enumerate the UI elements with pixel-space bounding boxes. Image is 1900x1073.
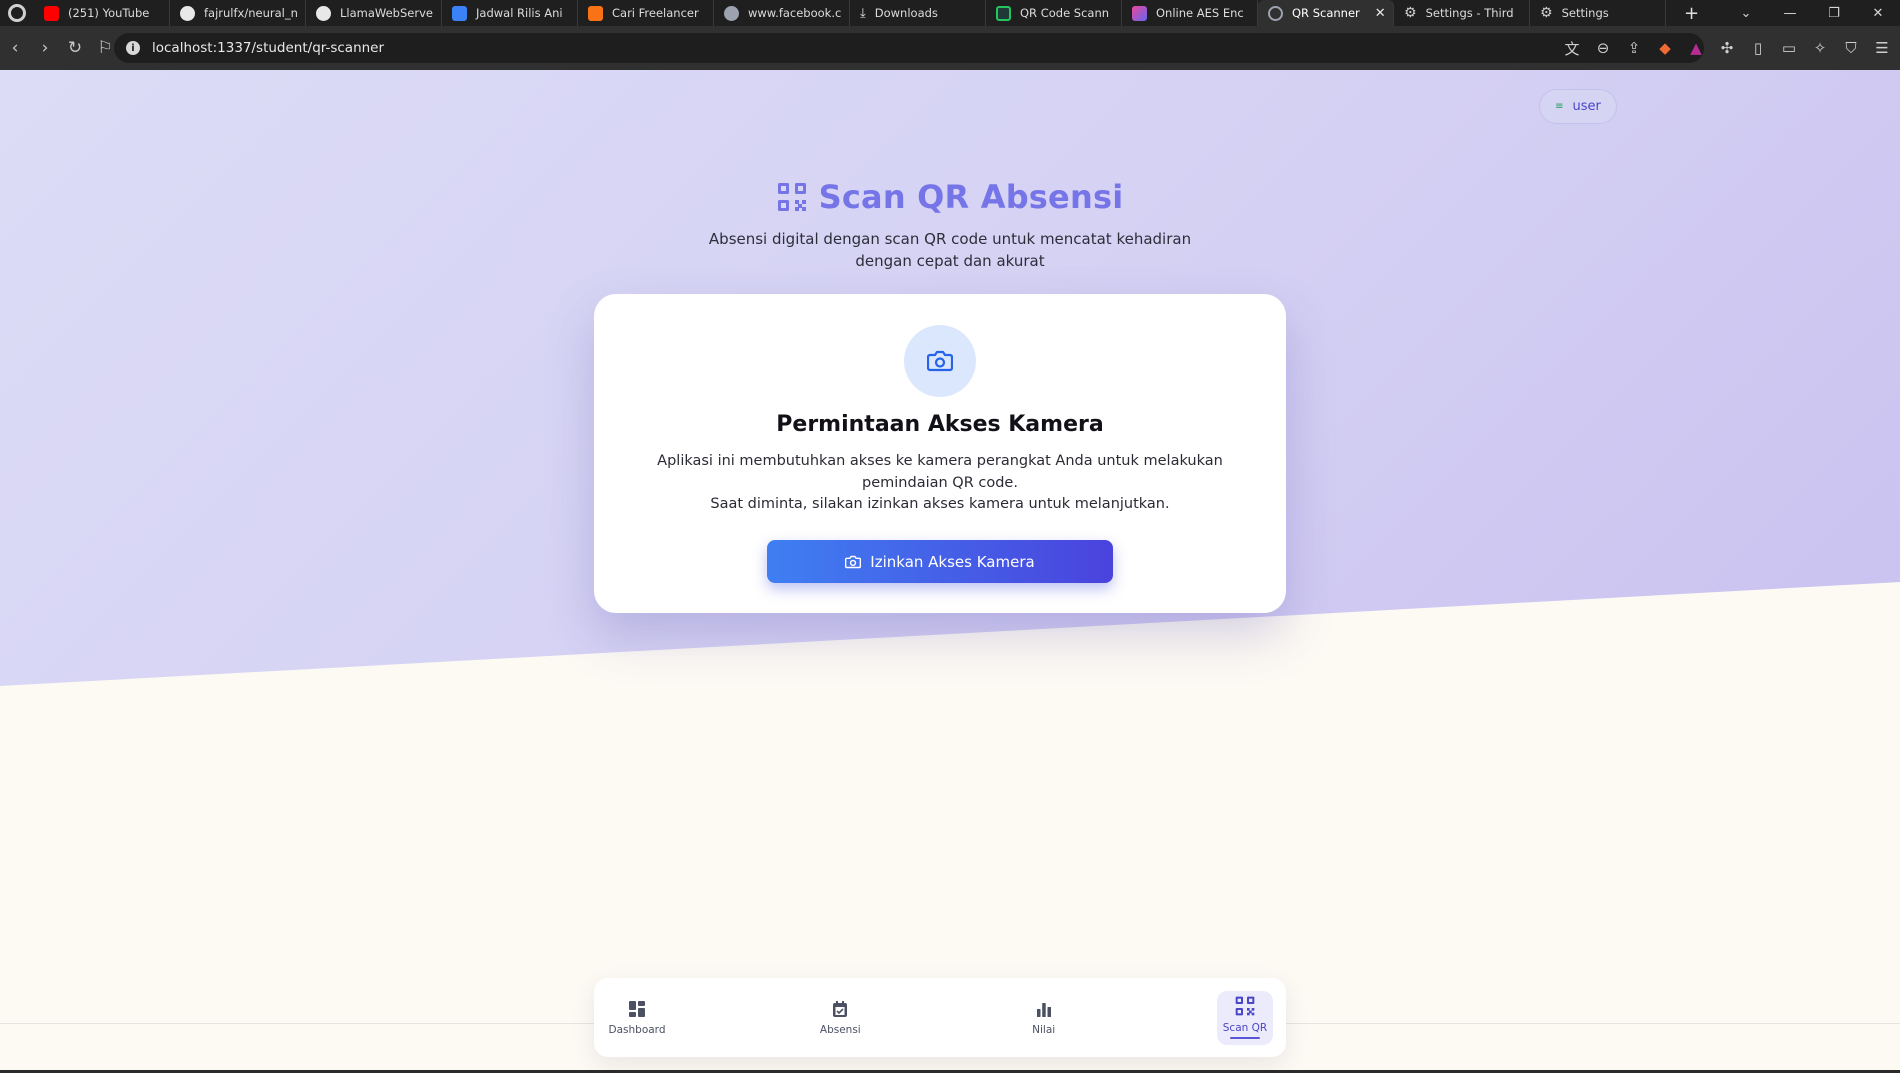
allow-camera-button[interactable]: Izinkan Akses Kamera <box>767 540 1113 583</box>
forward-icon[interactable]: › <box>30 38 60 58</box>
page: ≡ user Scan QR Absensi Absensi digital d… <box>0 70 1900 1073</box>
graduation-cap-icon: ≡ <box>1555 101 1564 112</box>
tab-label: fajrulfx/neural_n <box>204 6 298 20</box>
github-icon <box>180 5 195 21</box>
leo-ai-icon[interactable]: ✧ <box>1812 39 1828 57</box>
back-icon[interactable]: ‹ <box>0 38 30 58</box>
description-line: Aplikasi ini membutuhkan akses ke kamera… <box>657 453 1223 469</box>
menu-icon[interactable]: ☰ <box>1874 39 1890 57</box>
allow-camera-label: Izinkan Akses Kamera <box>870 552 1035 571</box>
url-text[interactable]: localhost:1337/student/qr-scanner <box>152 40 384 56</box>
tab-qr-code-scanner[interactable]: QR Code Scann <box>986 0 1122 26</box>
nav-item-scan-qr[interactable]: Scan QR <box>1216 990 1273 1045</box>
youtube-icon <box>44 5 59 21</box>
qr-code-icon <box>777 183 806 211</box>
tab-label: Jadwal Rilis Ani <box>476 6 563 20</box>
tab-github-llama[interactable]: LlamaWebServe <box>306 0 442 26</box>
nav-label: Nilai <box>1032 1023 1056 1036</box>
github-icon <box>316 5 331 21</box>
browser-toolbar: ‹ › ↻ ⚐ i localhost:1337/student/qr-scan… <box>0 26 1900 70</box>
toolbar-icons: 文 ⊖ ⇪ ◆ ▲ ✣ ▯ ▭ ✧ ⛉ ☰ <box>1564 26 1890 70</box>
tab-label: Cari Freelancer <box>612 6 699 20</box>
subtitle-line: Absensi digital dengan scan QR code untu… <box>708 230 1192 248</box>
tab-freelancer[interactable]: Cari Freelancer <box>578 0 714 26</box>
extensions-icon[interactable]: ✣ <box>1719 39 1735 57</box>
page-title-row: Scan QR Absensi <box>0 178 1900 216</box>
new-tab-button[interactable]: + <box>1666 3 1717 24</box>
window-close-icon[interactable]: ✕ <box>1856 6 1900 21</box>
description-line: Saat diminta, silakan izinkan akses kame… <box>710 496 1170 512</box>
zoom-icon[interactable]: ⊖ <box>1595 39 1611 57</box>
bookmark-icon <box>452 5 467 21</box>
tab-downloads[interactable]: ⤓ Downloads <box>850 0 986 26</box>
nav-item-absensi[interactable]: Absensi <box>810 991 870 1045</box>
tab-label: Settings - Third <box>1425 6 1514 20</box>
browser-menu-icon[interactable] <box>0 0 34 26</box>
vpn-icon[interactable]: ⛉ <box>1843 39 1859 57</box>
qr-icon <box>996 5 1011 21</box>
facebook-icon <box>724 5 739 21</box>
tab-qr-scanner[interactable]: QR Scanner ✕ <box>1258 0 1394 26</box>
camera-icon-circle <box>904 325 976 397</box>
page-title: Scan QR Absensi <box>818 178 1124 216</box>
tab-jadwal[interactable]: Jadwal Rilis Ani <box>442 0 578 26</box>
gear-icon: ⚙ <box>1404 5 1417 21</box>
tab-label: Downloads <box>874 6 938 20</box>
page-subtitle: Absensi digital dengan scan QR code untu… <box>0 228 1900 272</box>
brave-shield-icon[interactable]: ◆ <box>1657 39 1673 57</box>
tab-label: LlamaWebServe <box>340 6 433 20</box>
aes-icon <box>1132 5 1147 21</box>
tab-label: www.facebook.c <box>748 6 842 20</box>
tab-label: Online AES Enc <box>1156 6 1244 20</box>
nav-item-dashboard[interactable]: Dashboard <box>607 991 667 1045</box>
share-icon[interactable]: ⇪ <box>1626 39 1642 57</box>
camera-icon <box>845 555 862 568</box>
globe-icon <box>1268 5 1283 21</box>
card-description: Aplikasi ini membutuhkan akses ke kamera… <box>634 451 1246 516</box>
window-controls: ⌄ — ❐ ✕ <box>1724 0 1900 26</box>
address-bar[interactable]: i localhost:1337/student/qr-scanner <box>114 33 1704 63</box>
nav-label: Absensi <box>819 1023 861 1036</box>
calendar-check-icon <box>833 1000 848 1017</box>
gear-icon: ⚙ <box>1540 5 1553 21</box>
description-line: pemindaian QR code. <box>862 474 1018 491</box>
tab-facebook[interactable]: www.facebook.c <box>714 0 850 26</box>
close-icon[interactable]: ✕ <box>1375 6 1386 21</box>
active-indicator <box>1229 1037 1260 1039</box>
download-icon: ⤓ <box>860 5 866 21</box>
brave-rewards-icon[interactable]: ▲ <box>1688 39 1704 57</box>
tab-label: (251) YouTube <box>68 6 150 20</box>
tab-settings[interactable]: ⚙ Settings <box>1530 0 1666 26</box>
browser-tab-bar: (251) YouTube fajrulfx/neural_n LlamaWeb… <box>0 0 1900 26</box>
tab-settings-third[interactable]: ⚙ Settings - Third <box>1394 0 1530 26</box>
bottom-navigation: Dashboard Absensi Nilai Scan QR <box>594 978 1286 1057</box>
tab-label: QR Code Scann <box>1020 6 1110 20</box>
nav-label: Dashboard <box>608 1023 666 1036</box>
subtitle-line: dengan cepat dan akurat <box>855 252 1045 270</box>
camera-permission-card: Permintaan Akses Kamera Aplikasi ini mem… <box>594 294 1286 613</box>
restore-icon[interactable]: ❐ <box>1812 6 1856 21</box>
bar-chart-icon <box>1036 1002 1051 1017</box>
nav-item-nilai[interactable]: Nilai <box>1014 991 1074 1045</box>
qr-scan-icon <box>1235 996 1255 1016</box>
minimize-icon[interactable]: — <box>1768 6 1812 21</box>
tab-search-icon[interactable]: ⌄ <box>1724 6 1768 21</box>
camera-icon <box>927 350 953 372</box>
tab-label: QR Scanner <box>1292 6 1360 20</box>
card-title: Permintaan Akses Kamera <box>776 412 1104 437</box>
wallet-icon[interactable]: ▭ <box>1781 39 1797 57</box>
dashboard-icon <box>629 1000 645 1017</box>
user-badge[interactable]: ≡ user <box>1539 89 1617 124</box>
tab-youtube[interactable]: (251) YouTube <box>34 0 170 26</box>
nav-label: Scan QR <box>1222 1022 1268 1034</box>
tab-aes[interactable]: Online AES Enc <box>1122 0 1258 26</box>
tab-label: Settings <box>1561 6 1609 20</box>
site-info-icon[interactable]: i <box>126 41 140 55</box>
translate-icon[interactable]: 文 <box>1564 38 1580 59</box>
freelancer-icon <box>588 5 603 21</box>
user-label: user <box>1572 99 1601 114</box>
tab-github-neural[interactable]: fajrulfx/neural_n <box>170 0 306 26</box>
reload-icon[interactable]: ↻ <box>60 38 90 58</box>
sidebar-icon[interactable]: ▯ <box>1750 39 1766 57</box>
